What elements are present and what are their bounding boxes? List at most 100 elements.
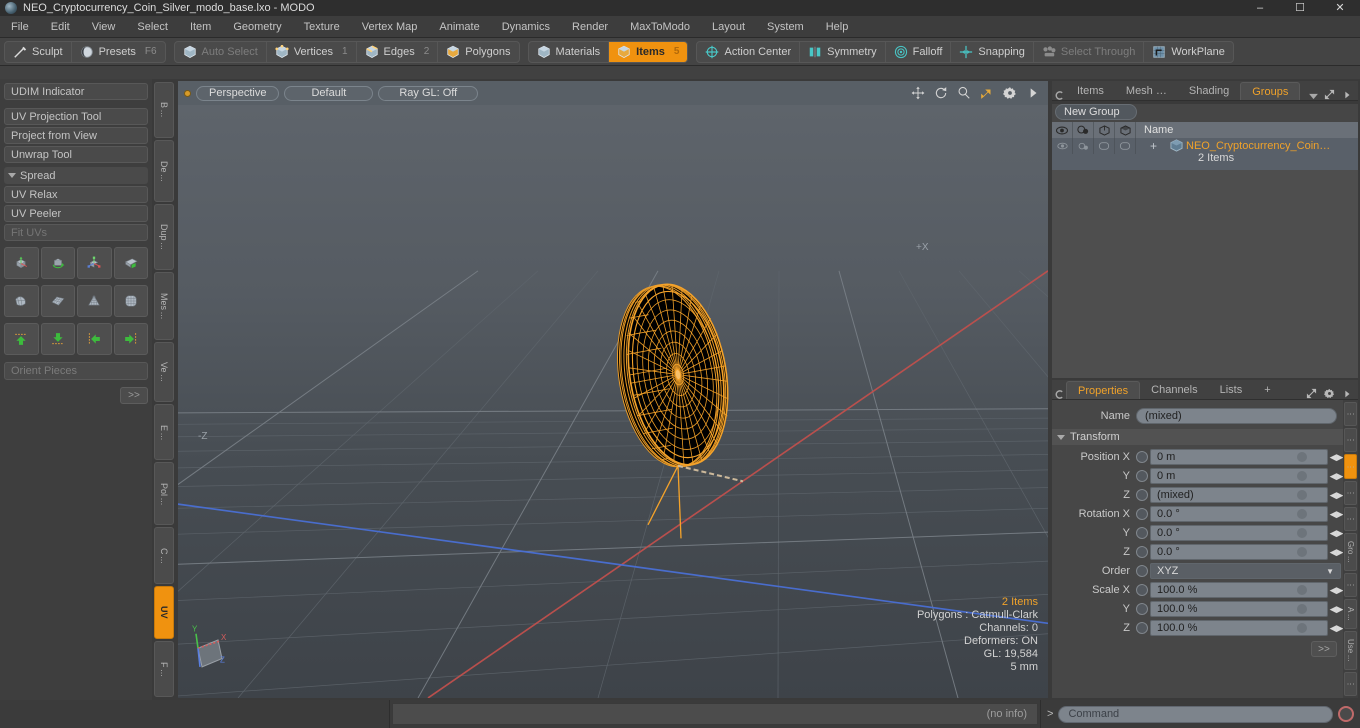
properties-vtab-9[interactable]: ⋮ bbox=[1344, 671, 1357, 697]
left-vtab-0[interactable]: B ... bbox=[154, 82, 174, 139]
property-value-field[interactable]: 100.0 % bbox=[1150, 620, 1328, 636]
tab-groups[interactable]: Groups bbox=[1240, 82, 1301, 100]
left-vtab-9[interactable]: F ... bbox=[154, 641, 174, 697]
properties-vtab-4[interactable]: ⋮ bbox=[1344, 506, 1357, 532]
property-spinner[interactable]: ◀▶ bbox=[1330, 471, 1344, 482]
property-value-field[interactable]: 0.0 ° bbox=[1150, 525, 1328, 541]
property-spinner[interactable]: ◀▶ bbox=[1330, 604, 1344, 615]
presets-button[interactable]: Presets F6 bbox=[72, 42, 165, 62]
order-dropdown[interactable]: XYZ ▼ bbox=[1150, 563, 1341, 579]
left-panel-more-button[interactable]: >> bbox=[120, 387, 148, 404]
property-slider-knob[interactable] bbox=[1297, 604, 1307, 614]
transform-section-header[interactable]: Transform bbox=[1052, 429, 1343, 445]
properties-vtab-5[interactable]: Gro ... bbox=[1344, 533, 1357, 572]
viewport-3d[interactable]: -Z +X Y X Z 2 Items Polygons: Catmull-C… bbox=[178, 105, 1048, 698]
tab-add[interactable]: + bbox=[1253, 381, 1281, 399]
left-vtab-4[interactable]: Ve ... bbox=[154, 341, 174, 403]
menu-item-render[interactable]: Render bbox=[561, 16, 619, 38]
wire-icon[interactable] bbox=[1094, 122, 1115, 138]
move-uv-icon[interactable] bbox=[4, 247, 39, 279]
left-vtab-2[interactable]: Dup ... bbox=[154, 203, 174, 271]
align-up-icon[interactable] bbox=[4, 323, 39, 355]
move-view-icon[interactable] bbox=[911, 86, 925, 100]
property-key-radio[interactable] bbox=[1136, 489, 1148, 501]
property-key-radio[interactable] bbox=[1136, 527, 1148, 539]
left-vtab-5[interactable]: E ... bbox=[154, 404, 174, 461]
property-spinner[interactable]: ◀▶ bbox=[1330, 623, 1344, 634]
property-slider-knob[interactable] bbox=[1297, 452, 1307, 462]
menu-item-dynamics[interactable]: Dynamics bbox=[491, 16, 561, 38]
properties-chevron-right-icon[interactable] bbox=[1342, 389, 1352, 399]
tab-properties[interactable]: Properties bbox=[1066, 381, 1141, 399]
property-value-field[interactable]: 0 m bbox=[1150, 449, 1328, 465]
panel-menu-dot-icon[interactable] bbox=[1052, 91, 1066, 100]
new-group-button[interactable]: New Group bbox=[1055, 104, 1137, 120]
order-radio[interactable] bbox=[1136, 565, 1148, 577]
chevron-right-icon[interactable] bbox=[1026, 86, 1040, 100]
property-key-radio[interactable] bbox=[1136, 470, 1148, 482]
property-key-radio[interactable] bbox=[1136, 451, 1148, 463]
property-slider-knob[interactable] bbox=[1297, 547, 1307, 557]
menu-item-animate[interactable]: Animate bbox=[428, 16, 490, 38]
row-wire-toggle[interactable] bbox=[1094, 138, 1115, 154]
properties-vtab-1[interactable]: ⋮ bbox=[1344, 428, 1357, 453]
property-key-radio[interactable] bbox=[1136, 508, 1148, 520]
expand-plus-icon[interactable]: + bbox=[1150, 139, 1157, 153]
cone-unwrap-icon[interactable] bbox=[77, 285, 112, 317]
minimize-button[interactable]: – bbox=[1240, 0, 1280, 16]
rotate-view-icon[interactable] bbox=[934, 86, 948, 100]
row-shade-toggle[interactable] bbox=[1115, 138, 1136, 154]
property-spinner[interactable]: ◀▶ bbox=[1330, 509, 1344, 520]
property-spinner[interactable]: ◀▶ bbox=[1330, 452, 1344, 463]
menu-item-view[interactable]: View bbox=[81, 16, 127, 38]
viewport-projection-button[interactable]: Perspective bbox=[196, 85, 280, 101]
property-value-field[interactable]: (mixed) bbox=[1150, 487, 1328, 503]
command-input[interactable]: Command bbox=[1058, 705, 1333, 723]
sphere-unwrap-icon[interactable] bbox=[113, 285, 148, 317]
properties-more-button[interactable]: >> bbox=[1311, 641, 1337, 657]
spread-section-header[interactable]: Spread bbox=[4, 167, 148, 184]
tab-mesh-[interactable]: Mesh … bbox=[1115, 82, 1178, 100]
left-vtab-7[interactable]: C ... bbox=[154, 527, 174, 585]
properties-gear-icon[interactable] bbox=[1324, 388, 1335, 399]
align-left-icon[interactable] bbox=[77, 323, 112, 355]
flip-uv-icon[interactable] bbox=[113, 247, 148, 279]
uv-grid-icon[interactable] bbox=[40, 285, 75, 317]
align-down-icon[interactable] bbox=[40, 323, 75, 355]
properties-vtab-2[interactable]: ⋮ bbox=[1344, 454, 1357, 479]
properties-vtab-8[interactable]: Use ... bbox=[1344, 631, 1357, 670]
property-value-field[interactable]: 100.0 % bbox=[1150, 601, 1328, 617]
property-key-radio[interactable] bbox=[1136, 546, 1148, 558]
record-icon[interactable] bbox=[1338, 706, 1354, 722]
menu-item-help[interactable]: Help bbox=[815, 16, 860, 38]
groups-tab-overflow-chevron-down-icon[interactable] bbox=[1306, 93, 1320, 100]
menu-item-file[interactable]: File bbox=[0, 16, 40, 38]
property-value-field[interactable]: 0.0 ° bbox=[1150, 544, 1328, 560]
workplane-button[interactable]: WorkPlane bbox=[1144, 42, 1233, 62]
property-slider-knob[interactable] bbox=[1297, 509, 1307, 519]
fit-uvs-button[interactable]: Fit UVs bbox=[4, 224, 148, 241]
name-field[interactable]: (mixed) bbox=[1136, 408, 1337, 424]
property-spinner[interactable]: ◀▶ bbox=[1330, 490, 1344, 501]
table-row[interactable]: + NEO_Cryptocurrency_Coin… 2 Items bbox=[1052, 138, 1358, 170]
uv-relax-button[interactable]: UV Relax bbox=[4, 186, 148, 203]
properties-menu-dot-icon[interactable] bbox=[1052, 390, 1066, 399]
property-value-field[interactable]: 0 m bbox=[1150, 468, 1328, 484]
menu-item-vertex-map[interactable]: Vertex Map bbox=[351, 16, 429, 38]
uv-projection-tool-button[interactable]: UV Projection Tool bbox=[4, 108, 148, 125]
unwrap-tool-button[interactable]: Unwrap Tool bbox=[4, 146, 148, 163]
scale-uv-icon[interactable] bbox=[77, 247, 112, 279]
viewport-menu-dot-icon[interactable] bbox=[184, 89, 191, 97]
gear-icon[interactable] bbox=[1003, 86, 1017, 100]
tab-shading[interactable]: Shading bbox=[1178, 82, 1240, 100]
vertices-button[interactable]: Vertices 1 bbox=[267, 41, 357, 62]
property-slider-knob[interactable] bbox=[1297, 528, 1307, 538]
auto-select-button[interactable]: Auto Select bbox=[175, 41, 267, 62]
row-eye-toggle[interactable] bbox=[1052, 138, 1073, 154]
property-key-radio[interactable] bbox=[1136, 584, 1148, 596]
viewport-style-button[interactable]: Default bbox=[284, 85, 374, 101]
property-key-radio[interactable] bbox=[1136, 622, 1148, 634]
property-slider-knob[interactable] bbox=[1297, 471, 1307, 481]
menu-item-select[interactable]: Select bbox=[126, 16, 179, 38]
edges-button[interactable]: Edges 2 bbox=[357, 41, 439, 62]
